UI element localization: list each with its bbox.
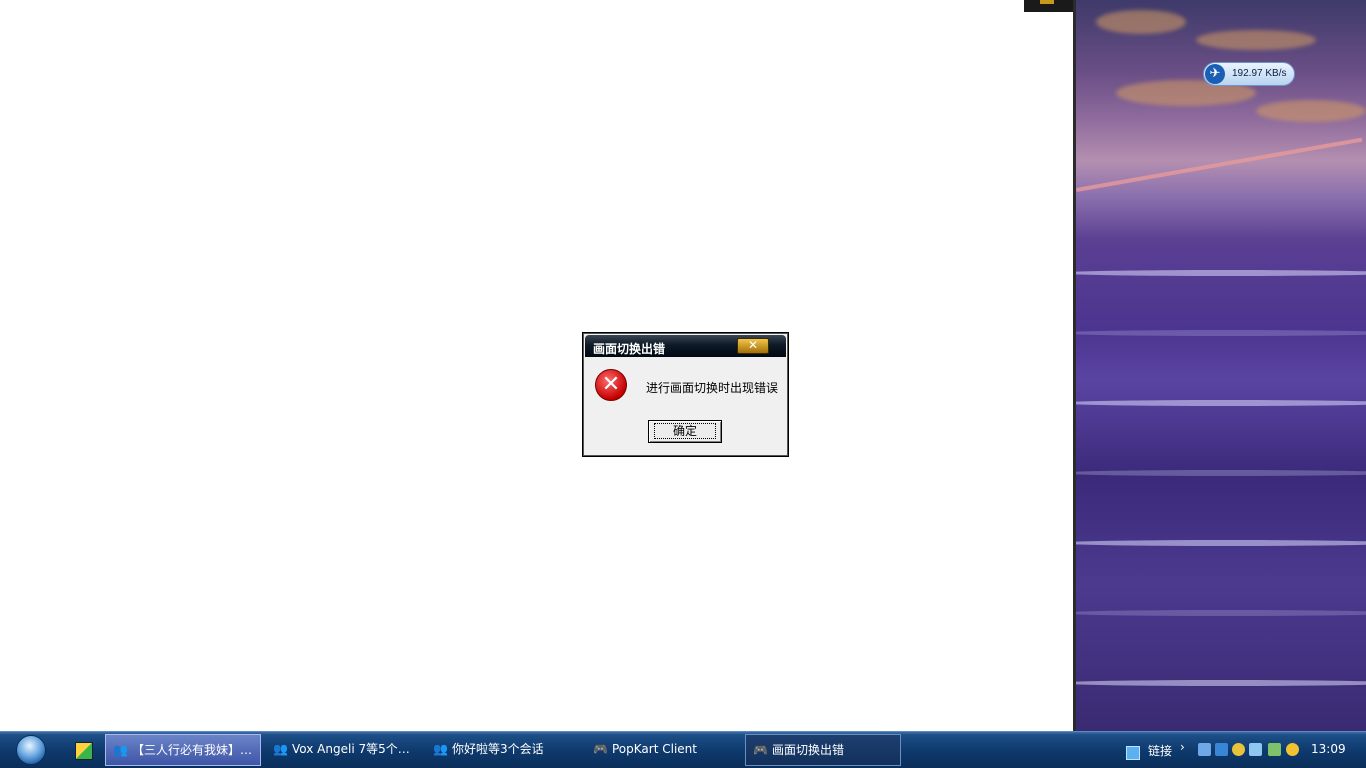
taskbar-item-label: 【三人行必有我妹】…	[132, 743, 253, 757]
quick-launch-icon[interactable]	[75, 742, 93, 760]
input-method-icon[interactable]	[1126, 746, 1140, 760]
dialog-title: 画面切换出错	[593, 342, 666, 356]
windows-orb-icon[interactable]	[16, 735, 46, 765]
error-icon: ✕	[595, 369, 627, 401]
network-speed-value: 192.97 KB/s	[1232, 68, 1287, 79]
wallpaper-wave	[1076, 610, 1366, 616]
tray-update-icon[interactable]	[1286, 743, 1299, 756]
qq-group-icon: 👥	[273, 742, 288, 756]
taskbar-item-label: 画面切换出错	[772, 743, 845, 757]
wallpaper-wave	[1076, 680, 1366, 686]
tray-expand-icon[interactable]	[1198, 743, 1211, 756]
bird-icon: ✈	[1205, 64, 1225, 84]
taskbar-item-vox-angeli[interactable]: 👥 Vox Angeli 7等5个…	[266, 734, 416, 766]
wallpaper-wave	[1076, 270, 1366, 276]
ok-button-label: 确定	[653, 423, 716, 439]
wallpaper-cloud	[1196, 30, 1316, 50]
clock[interactable]: 13:09	[1311, 742, 1346, 756]
taskbar-item-label: 你好啦等3个会话	[452, 742, 544, 756]
chevron-right-icon[interactable]: ›	[1180, 740, 1185, 754]
network-speed-widget[interactable]: ✈ 192.97 KB/s	[1203, 62, 1295, 86]
dialog-titlebar[interactable]: 画面切换出错 ✕	[585, 335, 786, 357]
tray-app-icon[interactable]	[1249, 743, 1262, 756]
taskbar-item-popkart[interactable]: 🎮 PopKart Client	[586, 734, 736, 766]
tray-security-icon[interactable]	[1268, 743, 1281, 756]
taskbar-item-error-dialog[interactable]: 🎮 画面切换出错	[745, 734, 901, 766]
taskbar-item-label: Vox Angeli 7等5个…	[292, 742, 410, 756]
taskbar-item-conversations[interactable]: 👥 你好啦等3个会话	[426, 734, 576, 766]
qq-group-icon: 👥	[113, 743, 128, 757]
app-window-corner	[1024, 0, 1073, 12]
wallpaper-wave	[1076, 330, 1366, 336]
tray-network-icon[interactable]	[1215, 743, 1228, 756]
links-toolbar-label[interactable]: 链接	[1148, 742, 1172, 759]
corner-button[interactable]	[1040, 0, 1054, 4]
game-icon: 🎮	[753, 743, 768, 757]
taskbar: 👥 【三人行必有我妹】… 👥 Vox Angeli 7等5个… 👥 你好啦等3个…	[0, 731, 1366, 768]
wallpaper-wave	[1076, 400, 1366, 406]
wallpaper-cloud	[1096, 10, 1186, 34]
tray-qq-icon[interactable]	[1232, 743, 1245, 756]
error-dialog: 画面切换出错 ✕ ✕ 进行画面切换时出现错误 确定	[582, 332, 789, 457]
error-message: 进行画面切换时出现错误	[646, 381, 779, 395]
close-button[interactable]: ✕	[737, 338, 769, 354]
wallpaper-horizon	[1076, 137, 1363, 192]
wallpaper-wave	[1076, 470, 1366, 476]
desktop-wallpaper	[1076, 0, 1366, 731]
app-window-blank-area	[0, 0, 1073, 731]
taskbar-item-qq-group[interactable]: 👥 【三人行必有我妹】…	[105, 734, 261, 766]
wallpaper-wave	[1076, 540, 1366, 546]
game-icon: 🎮	[593, 742, 608, 756]
taskbar-item-label: PopKart Client	[612, 742, 697, 756]
qq-group-icon: 👥	[433, 742, 448, 756]
ok-button[interactable]: 确定	[648, 420, 722, 443]
wallpaper-cloud	[1256, 100, 1366, 122]
